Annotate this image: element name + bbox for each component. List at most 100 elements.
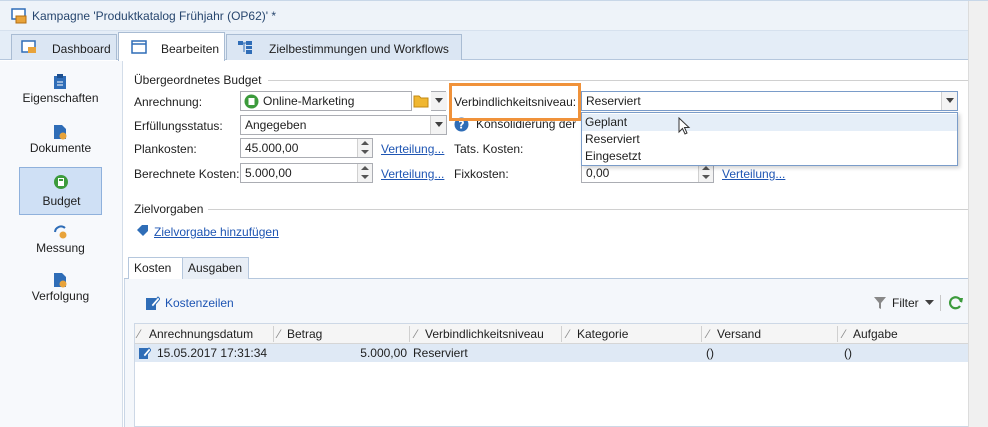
fixkosten-verteilung-link[interactable]: Verteilung... [722,167,785,181]
column-aufgabe[interactable]: Aufgabe [853,327,898,341]
tab-bearbeiten[interactable]: Bearbeiten [118,32,225,61]
measurement-icon [54,225,67,239]
dropdown-option-eingesetzt[interactable]: Eingesetzt [582,148,957,165]
anrechnung-field[interactable]: Online-Marketing [240,91,412,111]
document-gear-icon [54,125,67,140]
costs-table: ⁄ Anrechnungsdatum ⁄ Betrag ⁄ Verbindlic… [134,323,969,427]
calculator-icon [54,175,68,189]
left-navigation: Eigenschaften Dokumente Budget Messung V… [0,61,123,427]
campaign-window: Kampagne 'Produktkatalog Frühjahr (OP62)… [0,0,988,427]
erfuellung-select[interactable]: Angegeben [240,115,447,135]
sort-icon: ⁄ [707,327,710,341]
plankosten-verteilung-link[interactable]: Verteilung... [381,142,444,156]
tracking-document-icon [54,273,67,288]
costs-toolbar: Kostenzeilen Filter [125,279,969,323]
budget-group-divider [268,80,968,81]
chevron-down-icon [941,92,957,110]
berechnete-verteilung-link[interactable]: Verteilung... [381,167,444,181]
berechnete-kosten-spinner[interactable] [357,164,372,182]
plankosten-spinner[interactable] [357,139,372,157]
table-header: ⁄ Anrechnungsdatum ⁄ Betrag ⁄ Verbindlic… [135,324,968,344]
cell-niveau: Reserviert [413,346,468,360]
column-separator [273,326,274,342]
column-verbindlichkeitsniveau[interactable]: Verbindlichkeitsniveau [425,327,544,341]
tab-label: Bearbeiten [161,42,220,56]
sidebar-item-label: Verfolgung [31,289,90,303]
plankosten-value: 45.000,00 [245,141,299,155]
edit-form-icon [131,40,147,54]
column-betrag[interactable]: Betrag [287,327,322,341]
subtab-ausgaben[interactable]: Ausgaben [182,257,249,279]
tats-kosten-label: Tats. Kosten: [454,142,524,156]
toolbar-separator [940,295,941,311]
zielvorgabe-hinzufuegen-link[interactable]: Zielvorgabe hinzufügen [154,225,279,239]
add-target-icon [137,225,148,236]
filter-dropdown-icon[interactable] [925,300,934,306]
plankosten-label: Plankosten: [134,142,197,156]
fixkosten-label: Fixkosten: [454,167,509,181]
fixkosten-input[interactable]: 0,00 [581,163,714,183]
sidebar-item-eigenschaften[interactable]: Eigenschaften [19,71,102,119]
verbindlichkeit-dropdown-list: Geplant Reserviert Eingesetzt [581,112,958,166]
workflow-icon [238,41,252,54]
subtab-label: Kosten [134,261,172,275]
berechnete-kosten-input[interactable]: 5.000,00 [240,163,373,183]
berechnete-kosten-value: 5.000,00 [245,166,292,180]
chevron-down-icon [430,116,446,134]
sort-icon: ⁄ [415,327,418,341]
anrechnung-value: Online-Marketing [263,94,355,108]
sort-icon: ⁄ [278,327,281,341]
vertical-scrollbar[interactable] [968,1,988,427]
costs-panel: Kostenzeilen Filter ⁄ Anrechnungsdatum ⁄… [124,279,969,427]
sort-icon: ⁄ [567,327,570,341]
tab-zielbestimmungen[interactable]: Zielbestimmungen und Workflows [226,34,462,60]
costs-subtabs: Kosten Ausgaben [124,257,968,280]
sidebar-item-dokumente[interactable]: Dokumente [19,121,102,169]
verbindlichkeit-value: Reserviert [586,94,641,108]
filter-icon [874,297,886,309]
sidebar-item-budget[interactable]: Budget [19,167,102,215]
dropdown-option-reserviert[interactable]: Reserviert [582,131,957,148]
fixkosten-spinner[interactable] [698,164,713,182]
cell-aufgabe: () [844,346,852,360]
sidebar-item-verfolgung[interactable]: Verfolgung [19,269,102,317]
fixkosten-value: 0,00 [586,166,610,180]
column-anrechnungsdatum[interactable]: Anrechnungsdatum [149,327,253,341]
sidebar-item-label: Budget [42,194,81,208]
tab-label: Zielbestimmungen und Workflows [269,42,449,56]
anrechnung-dropdown-button[interactable] [431,91,447,111]
sidebar-item-label: Dokumente [29,141,92,155]
verbindlichkeit-select[interactable]: Reserviert [581,91,958,111]
column-separator [701,326,702,342]
subtab-kosten[interactable]: Kosten [128,257,183,280]
folder-icon[interactable] [413,93,429,108]
budget-line-icon [244,94,259,109]
anrechnung-label: Anrechnung: [134,95,203,109]
verbindlichkeit-highlight-box [449,83,581,121]
window-title: Kampagne 'Produktkatalog Frühjahr (OP62)… [32,9,277,23]
column-kategorie[interactable]: Kategorie [577,327,628,341]
plankosten-input[interactable]: 45.000,00 [240,138,373,158]
table-row[interactable]: 15.05.2017 17:31:34 5.000,00 Reserviert … [135,344,968,362]
cell-date: 15.05.2017 17:31:34 [157,346,268,360]
filter-button[interactable]: Filter [892,296,919,310]
zielvorgaben-divider [208,209,968,210]
cost-line-icon [139,347,151,359]
tab-label: Dashboard [52,42,111,56]
refresh-icon[interactable] [948,295,964,311]
sidebar-item-label: Eigenschaften [22,91,99,105]
mouse-cursor-icon [678,117,691,135]
column-versand[interactable]: Versand [717,327,761,341]
kostenzeilen-button[interactable]: Kostenzeilen [165,296,234,310]
sort-icon: ⁄ [138,327,141,341]
sidebar-item-messung[interactable]: Messung [19,221,102,269]
dropdown-option-geplant[interactable]: Geplant [582,114,957,131]
erfuellung-label: Erfüllungsstatus: [134,119,223,133]
subtab-label: Ausgaben [188,261,243,275]
tab-dashboard[interactable]: Dashboard [11,34,117,60]
column-separator [837,326,838,342]
chevron-down-icon [431,92,447,110]
cell-betrag: 5.000,00 [360,346,407,360]
sort-icon: ⁄ [843,327,846,341]
main-tabs: Dashboard Bearbeiten Zielbestimmungen un… [0,31,988,61]
